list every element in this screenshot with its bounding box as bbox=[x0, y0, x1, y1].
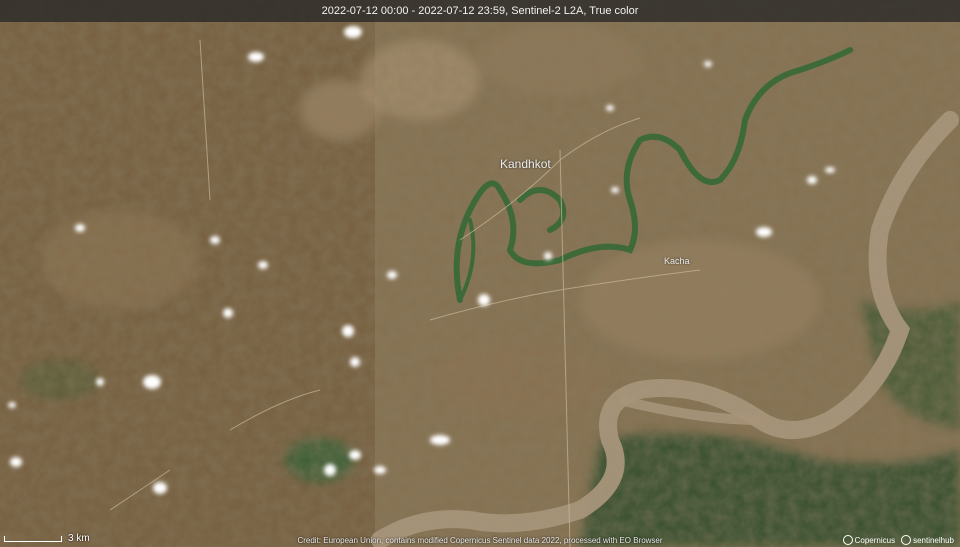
acquisition-caption: 2022-07-12 00:00 - 2022-07-12 23:59, Sen… bbox=[321, 5, 639, 17]
attribution-footer: Credit: European Union, contains modifie… bbox=[0, 533, 960, 547]
sentinelhub-logo-icon bbox=[901, 535, 912, 545]
attribution-text: Credit: European Union, contains modifie… bbox=[297, 535, 663, 545]
scale-indicator: 3 km bbox=[4, 533, 90, 544]
terrain-texture bbox=[0, 0, 960, 547]
acquisition-info-bar: 2022-07-12 00:00 - 2022-07-12 23:59, Sen… bbox=[0, 0, 960, 22]
satellite-map[interactable] bbox=[0, 0, 960, 547]
sentinelhub-logo-text: sentinelhub bbox=[913, 535, 954, 545]
town-label-kacha: Kacha bbox=[664, 256, 690, 266]
copernicus-logo-text: Copernicus bbox=[854, 535, 896, 545]
scale-bar bbox=[4, 535, 62, 542]
copernicus-logo: Copernicus bbox=[842, 535, 896, 545]
sentinelhub-logo: sentinelhub bbox=[901, 535, 954, 545]
copernicus-logo-icon bbox=[842, 535, 853, 545]
provider-logos: Copernicus sentinelhub bbox=[842, 535, 954, 545]
city-label-kandhkot: Kandhkot bbox=[500, 157, 551, 171]
scale-label: 3 km bbox=[68, 533, 90, 544]
